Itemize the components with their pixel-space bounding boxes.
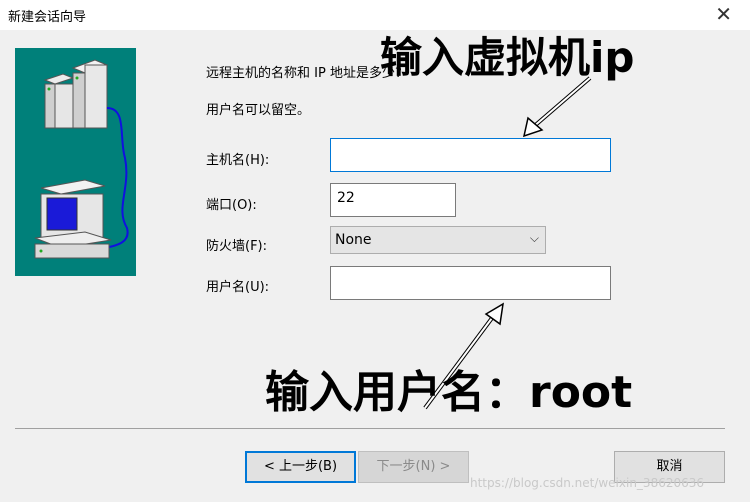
annotation-enter-username: 输入用户名：root: [265, 367, 633, 418]
watermark: https://blog.csdn.net/weixin_38620636: [470, 476, 705, 490]
footer-divider: [15, 428, 725, 429]
annotation-arrows: [423, 76, 592, 410]
next-button[interactable]: 下一步(N) >: [358, 451, 469, 483]
back-button[interactable]: < 上一步(B): [245, 451, 356, 483]
